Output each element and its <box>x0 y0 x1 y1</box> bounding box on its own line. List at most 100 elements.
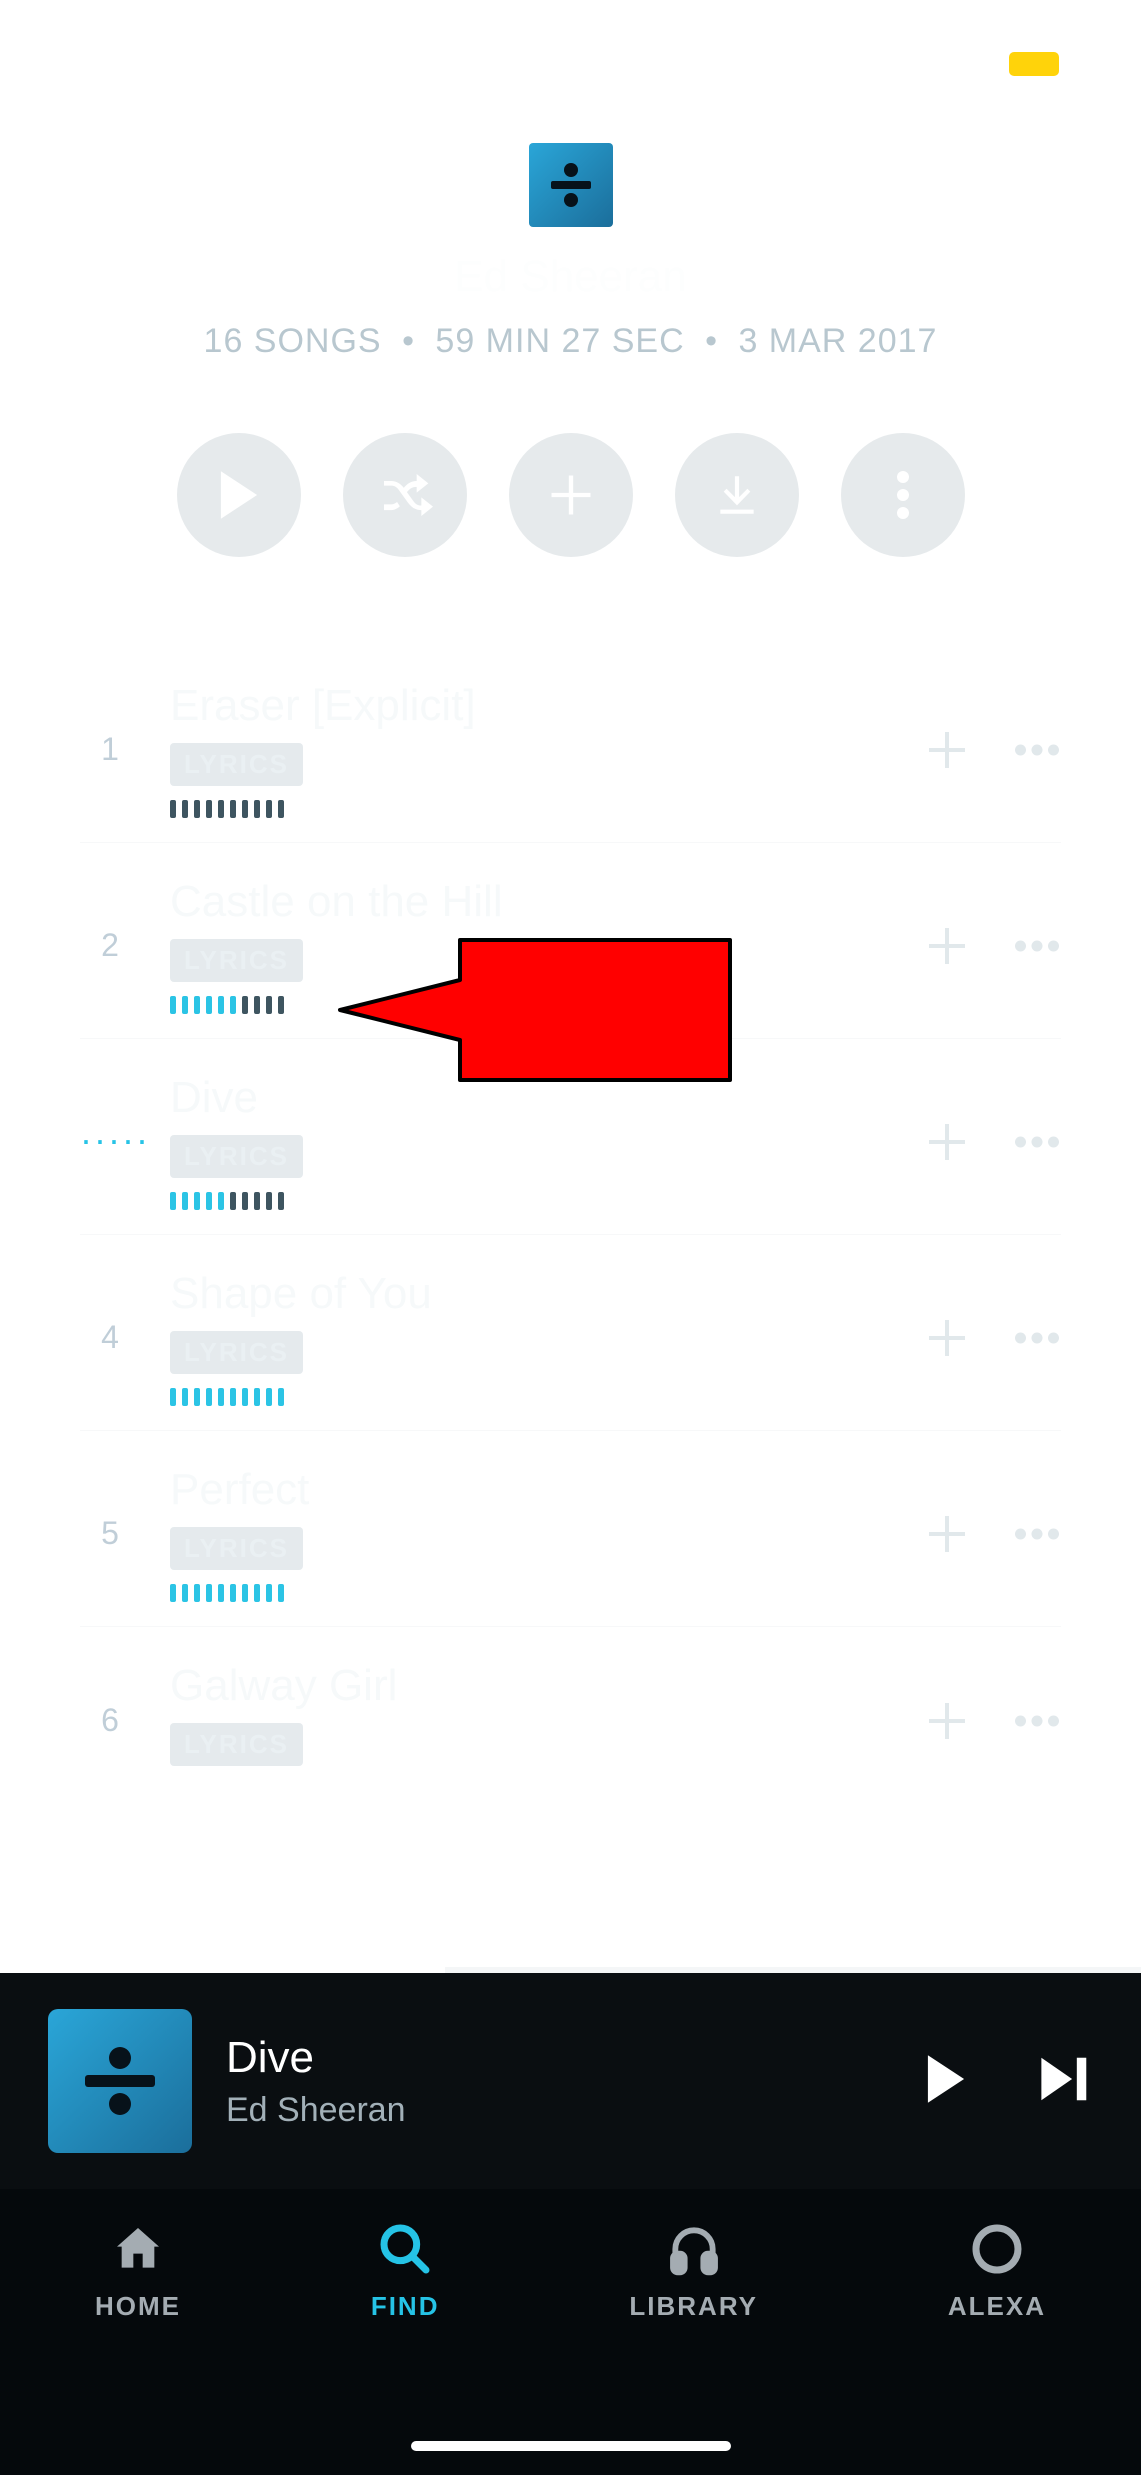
plus-icon <box>923 1118 971 1166</box>
status-time: 18:37 <box>70 42 177 87</box>
track-add-button[interactable] <box>923 1118 971 1166</box>
next-track-icon <box>1039 2055 1091 2103</box>
track-add-button[interactable] <box>923 1510 971 1558</box>
lyrics-badge: LYRICS <box>170 1527 303 1570</box>
search-icon <box>377 2221 433 2277</box>
track-more-button[interactable] <box>1013 1118 1061 1166</box>
track-more-button[interactable] <box>1013 1314 1061 1362</box>
track-title: Galway Girl <box>170 1661 893 1711</box>
plus-icon <box>923 1314 971 1362</box>
lyrics-badge: LYRICS <box>170 1331 303 1374</box>
tab-library[interactable]: LIBRARY <box>629 2221 758 2322</box>
popularity-bars <box>170 800 893 818</box>
track-body: Galway Girl LYRICS <box>170 1661 893 1780</box>
lyrics-badge: LYRICS <box>170 743 303 786</box>
tab-label: FIND <box>371 2291 440 2322</box>
now-playing-bar[interactable]: Dive Ed Sheeran <box>0 1973 1141 2189</box>
plus-icon <box>545 469 597 521</box>
track-add-button[interactable] <box>923 1697 971 1745</box>
now-playing-art[interactable] <box>48 2009 192 2153</box>
wifi-icon <box>947 48 987 80</box>
track-more-button[interactable] <box>1013 1510 1061 1558</box>
track-add-button[interactable] <box>923 922 971 970</box>
track-title: Shape of You <box>170 1269 893 1319</box>
airplane-mode-icon <box>889 44 929 84</box>
track-actions <box>923 1510 1061 1558</box>
more-horizontal-icon <box>1015 1136 1059 1148</box>
track-title: Perfect <box>170 1465 893 1515</box>
track-body: Eraser [Explicit] LYRICS <box>170 681 893 818</box>
now-playing-play-button[interactable] <box>923 2053 969 2110</box>
status-icons <box>889 44 1071 84</box>
track-row[interactable]: 4Shape of YouLYRICS <box>80 1234 1061 1430</box>
lyrics-badge: LYRICS <box>170 939 303 982</box>
track-number: 1 <box>80 731 140 768</box>
track-title: Eraser [Explicit] <box>170 681 893 731</box>
track-more-button[interactable] <box>1013 1697 1061 1745</box>
alexa-icon <box>969 2221 1025 2277</box>
back-button[interactable] <box>30 134 100 204</box>
tab-label: ALEXA <box>948 2291 1046 2322</box>
track-row[interactable]: 5 Perfect LYRICS <box>80 1430 1061 1626</box>
track-row[interactable]: ····· DiveLYRICS <box>80 1038 1061 1234</box>
play-button[interactable] <box>177 433 301 557</box>
track-row[interactable]: 2 Castle on the Hill LYRICS <box>80 842 1061 1038</box>
home-icon <box>110 2221 166 2277</box>
now-playing-title: Dive <box>226 2033 889 2083</box>
play-icon <box>923 2053 969 2105</box>
tab-home[interactable]: HOME <box>95 2221 181 2322</box>
shuffle-button[interactable] <box>343 433 467 557</box>
track-row[interactable]: 6 Galway Girl LYRICS <box>80 1626 1061 1804</box>
battery-icon <box>1005 48 1071 80</box>
shuffle-icon <box>377 467 433 523</box>
plus-icon <box>923 922 971 970</box>
track-more-button[interactable] <box>1013 922 1061 970</box>
track-body: Shape of You LYRICS <box>170 1269 893 1406</box>
more-horizontal-icon <box>1015 1715 1059 1727</box>
download-button[interactable] <box>675 433 799 557</box>
track-add-button[interactable] <box>923 1314 971 1362</box>
tab-label: LIBRARY <box>629 2291 758 2322</box>
add-button[interactable] <box>509 433 633 557</box>
now-playing-next-button[interactable] <box>1039 2055 1091 2108</box>
now-playing-text[interactable]: Dive Ed Sheeran <box>226 2033 889 2130</box>
track-number: 5 <box>80 1515 140 1552</box>
lyrics-badge: LYRICS <box>170 1723 303 1766</box>
meta-release-date: 3 MAR 2017 <box>738 322 937 360</box>
album-header-text: Ed Sheeran 16 SONGS • 59 MIN 27 SEC • 3 … <box>0 254 1141 361</box>
track-add-button[interactable] <box>923 726 971 774</box>
now-playing-indicator: ····· <box>80 1123 140 1160</box>
tab-find[interactable]: FIND <box>371 2221 440 2322</box>
plus-icon <box>923 726 971 774</box>
track-title: Castle on the Hill <box>170 877 893 927</box>
track-title: Dive <box>170 1073 893 1123</box>
track-list[interactable]: 1 Eraser [Explicit] LYRICS 2 Castle on the H… <box>0 647 1141 1804</box>
track-body: Castle on the Hill LYRICS <box>170 877 893 1014</box>
more-horizontal-icon <box>1015 1332 1059 1344</box>
home-indicator[interactable] <box>411 2441 731 2451</box>
meta-songs: 16 SONGS <box>204 322 382 360</box>
more-button[interactable] <box>841 433 965 557</box>
nav-header <box>0 110 1141 260</box>
track-number: 6 <box>80 1702 140 1739</box>
track-actions <box>923 1118 1061 1166</box>
track-more-button[interactable] <box>1013 726 1061 774</box>
more-horizontal-icon <box>1015 1528 1059 1540</box>
more-horizontal-icon <box>1015 940 1059 952</box>
download-icon <box>712 470 762 520</box>
album-meta: 16 SONGS • 59 MIN 27 SEC • 3 MAR 2017 <box>0 322 1141 361</box>
track-actions <box>923 1314 1061 1362</box>
now-playing-controls <box>923 2053 1091 2110</box>
tab-alexa[interactable]: ALEXA <box>948 2221 1046 2322</box>
popularity-bars <box>170 1192 893 1210</box>
track-number: 2 <box>80 927 140 964</box>
header-album-art[interactable] <box>529 143 613 227</box>
track-body: DiveLYRICS <box>170 1073 893 1210</box>
track-actions <box>923 726 1061 774</box>
status-bar: 18:37 <box>0 0 1141 110</box>
artist-name[interactable]: Ed Sheeran <box>0 252 1141 302</box>
headphones-icon <box>666 2221 722 2277</box>
action-button-row <box>0 433 1141 557</box>
track-body: Perfect LYRICS <box>170 1465 893 1602</box>
track-row[interactable]: 1 Eraser [Explicit] LYRICS <box>80 647 1061 842</box>
